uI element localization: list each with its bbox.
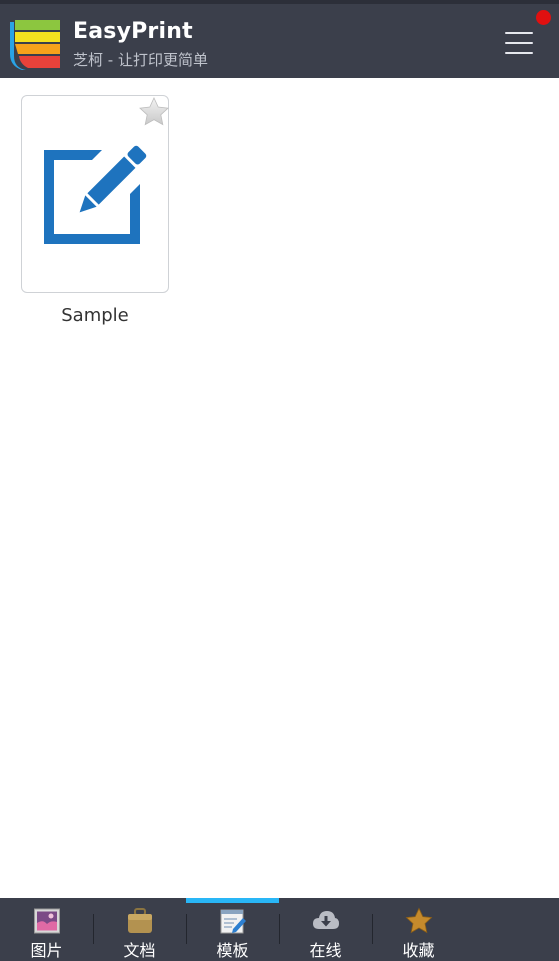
cloud-download-icon — [312, 911, 339, 929]
nav-tab-documents[interactable]: 文档 — [93, 898, 186, 961]
template-tile[interactable]: Sample — [21, 95, 169, 326]
notification-dot — [536, 10, 551, 25]
hamburger-menu-icon-line — [505, 42, 533, 44]
app-root: EasyPrint 芝柯 - 让打印更简单 Sample 图片 文档 模板 在线… — [0, 0, 559, 961]
nav-tab-pictures[interactable]: 图片 — [0, 898, 93, 961]
hamburger-menu-button[interactable] — [503, 26, 535, 58]
nav-tab-favorites[interactable]: 收藏 — [372, 898, 465, 961]
hamburger-menu-icon-line — [505, 52, 533, 54]
picture-icon — [33, 908, 60, 934]
edit-document-icon — [44, 145, 147, 244]
active-tab-indicator — [186, 898, 279, 903]
app-header: EasyPrint 芝柯 - 让打印更简单 — [0, 0, 559, 78]
star-icon — [405, 907, 432, 934]
nav-label: 图片 — [30, 941, 63, 960]
nav-label: 收藏 — [402, 941, 435, 960]
briefcase-icon — [127, 908, 152, 933]
favorite-star-icon[interactable] — [138, 96, 170, 128]
nav-label: 模板 — [216, 941, 249, 960]
template-edit-icon — [220, 909, 246, 934]
app-title: EasyPrint — [73, 19, 193, 44]
template-label: Sample — [61, 305, 129, 326]
hamburger-menu-icon-line — [505, 32, 533, 34]
bottom-navigation: 图片 文档 模板 在线 收藏 — [0, 898, 559, 961]
nav-label: 文档 — [123, 941, 156, 960]
nav-label: 在线 — [309, 941, 342, 960]
app-subtitle: 芝柯 - 让打印更简单 — [73, 51, 208, 69]
template-grid: Sample — [0, 78, 559, 898]
nav-tab-online[interactable]: 在线 — [279, 898, 372, 961]
template-card[interactable] — [21, 95, 169, 293]
easyprint-logo-icon — [10, 20, 60, 70]
nav-tab-templates[interactable]: 模板 — [186, 898, 279, 961]
